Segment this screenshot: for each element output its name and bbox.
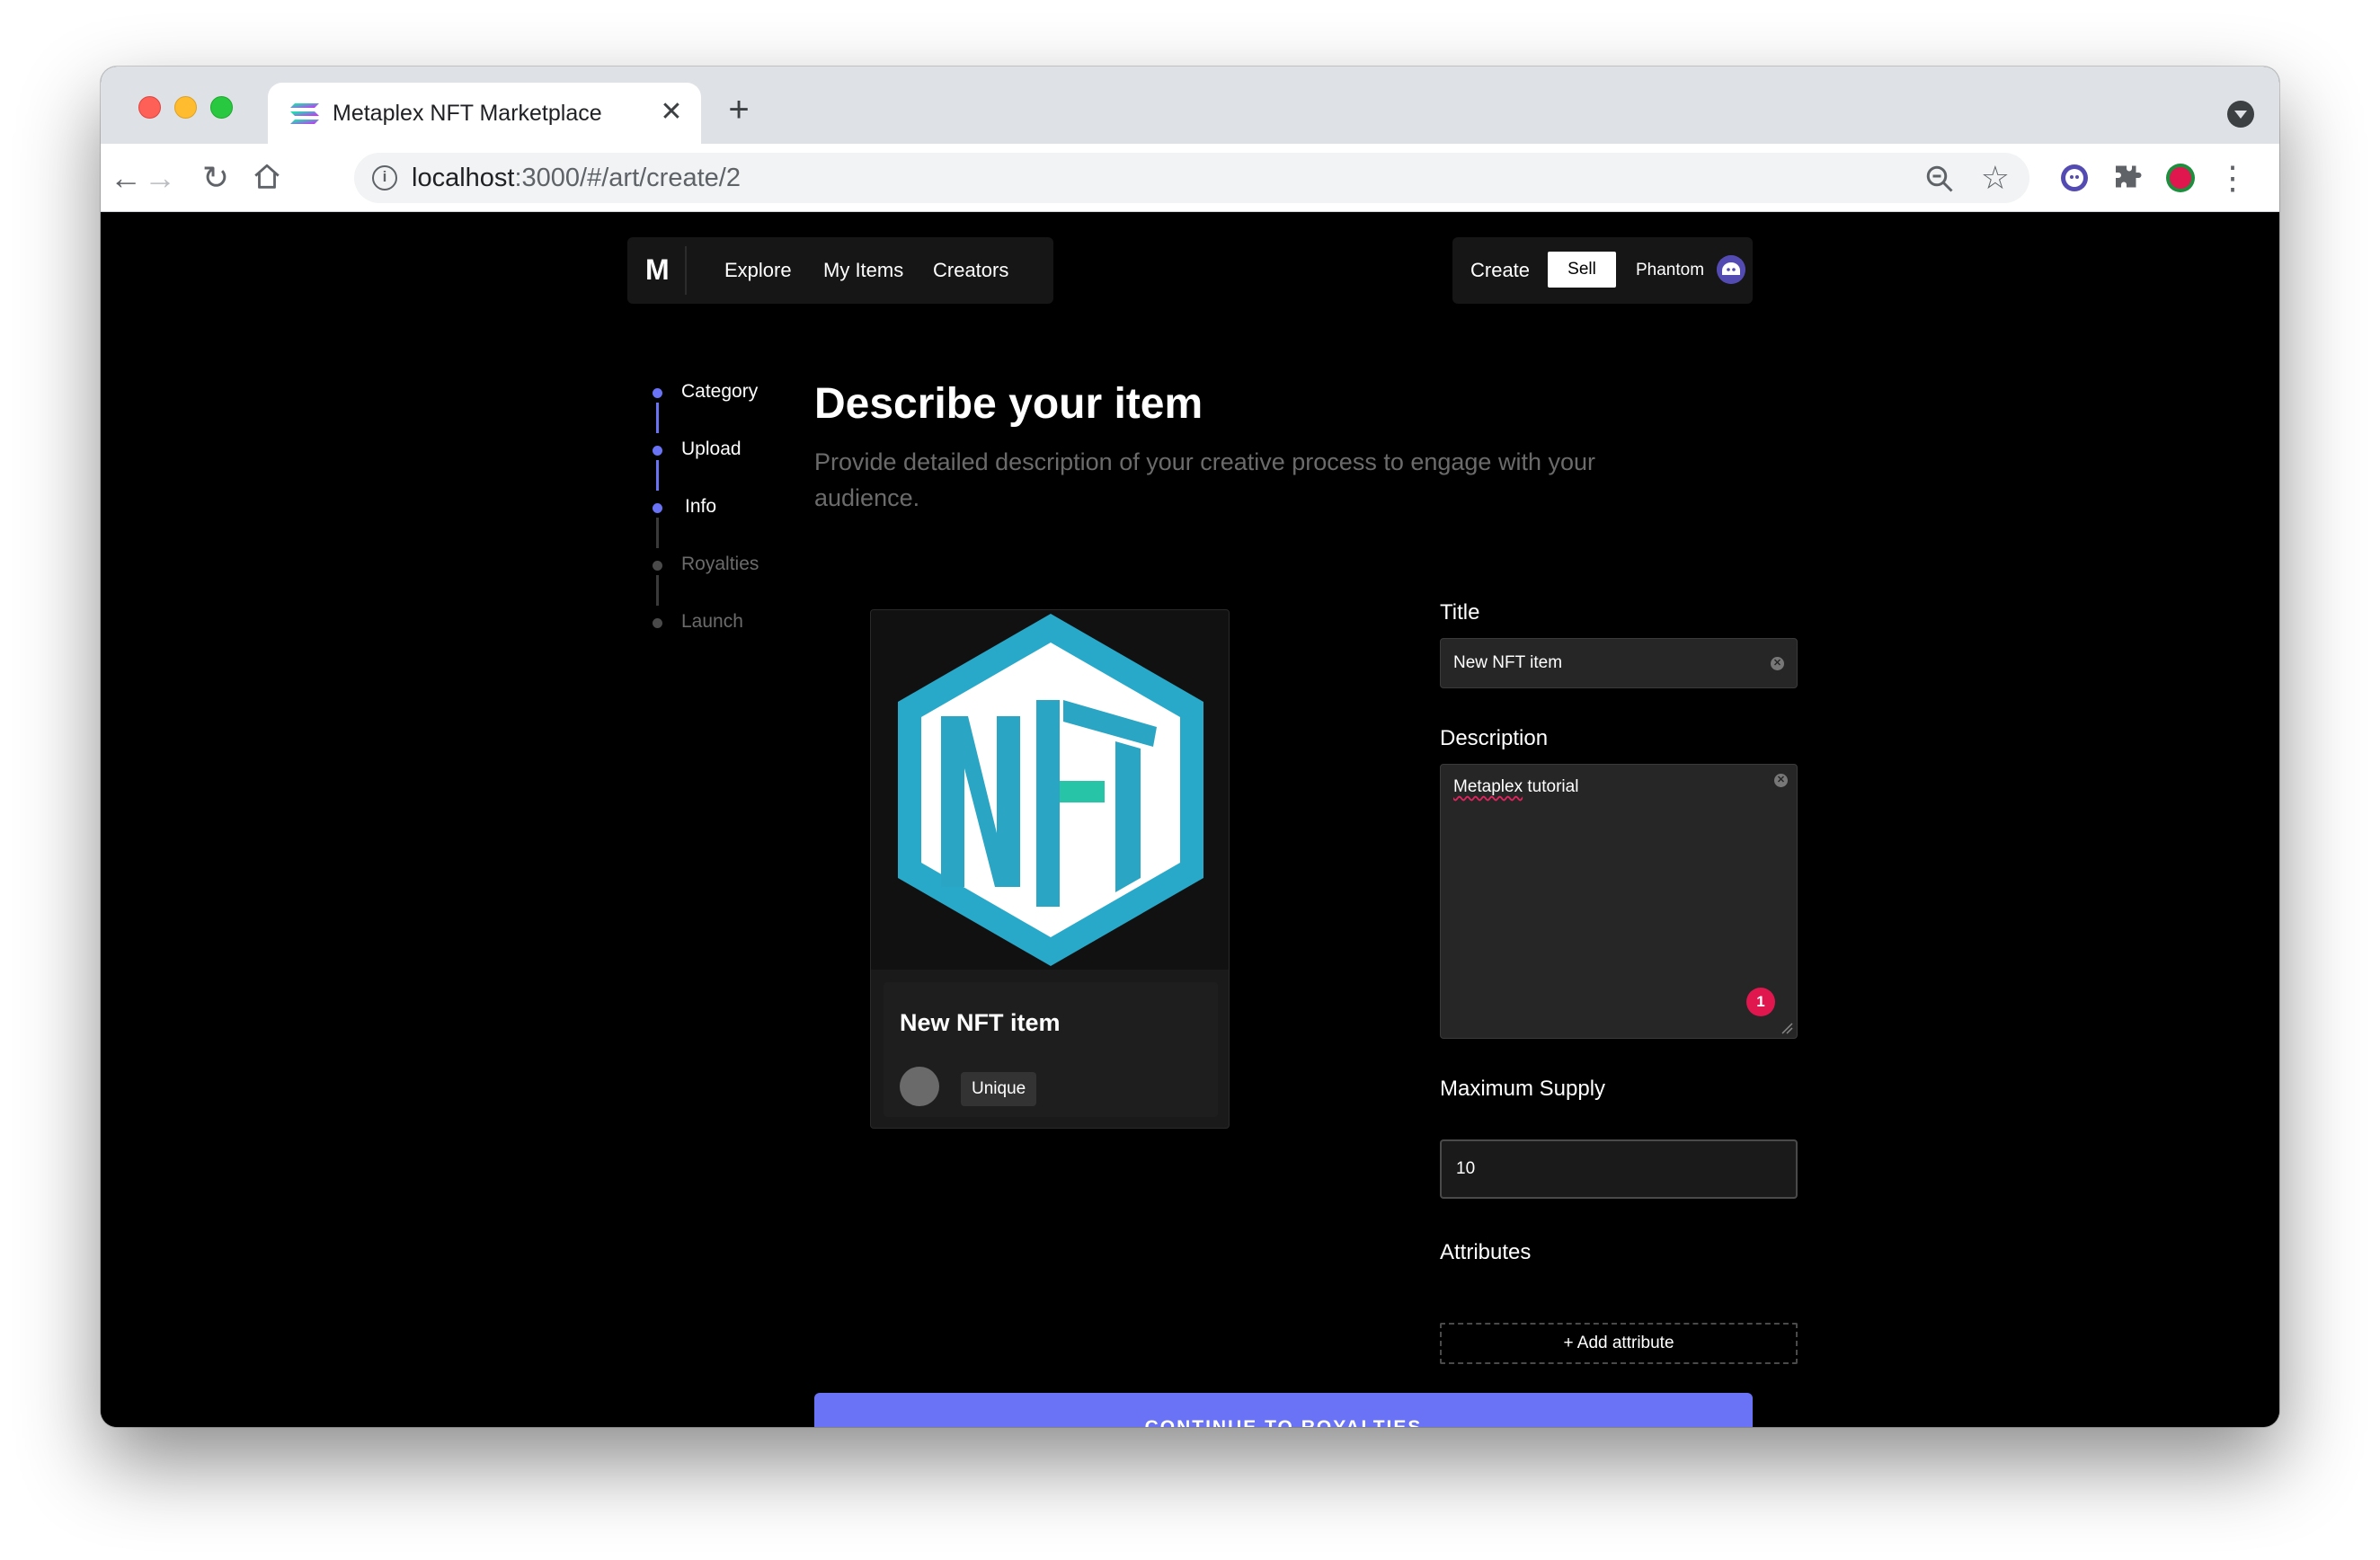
site-actions: Create Sell Phantom — [1452, 237, 1753, 304]
nft-hexagon-icon — [898, 614, 1203, 966]
phantom-extension-icon[interactable] — [2058, 162, 2091, 194]
tab-strip: Metaplex NFT Marketplace ✕ + — [101, 66, 2279, 144]
spellcheck-word: Metaplex — [1453, 777, 1523, 796]
tab-title: Metaplex NFT Marketplace — [333, 101, 602, 126]
url-text: localhost:3000/#/art/create/2 — [412, 164, 741, 193]
phantom-icon[interactable] — [1717, 255, 1745, 284]
minimize-window-button[interactable] — [174, 96, 197, 119]
step-dot-info — [653, 503, 662, 513]
description-label: Description — [1440, 726, 1549, 750]
puzzle-icon[interactable] — [2110, 162, 2143, 194]
nft-card-title: New NFT item — [900, 1009, 1061, 1036]
step-dot-upload — [653, 446, 662, 456]
browser-window: Metaplex NFT Marketplace ✕ + ← → ↻ i loc… — [101, 66, 2279, 1427]
browser-tab[interactable]: Metaplex NFT Marketplace ✕ — [268, 83, 701, 144]
supply-input-value: 10 — [1456, 1159, 1476, 1178]
sell-button[interactable]: Sell — [1548, 252, 1616, 288]
info-icon[interactable]: i — [372, 165, 397, 191]
page-subtitle: Provide detailed description of your cre… — [814, 448, 1595, 511]
supply-label: Maximum Supply — [1440, 1077, 1606, 1101]
page-content: M Explore My Items Creators Create Sell … — [101, 212, 2279, 1427]
maximize-window-button[interactable] — [210, 96, 233, 119]
supply-input[interactable]: 10 — [1440, 1139, 1798, 1199]
nft-card-body: New NFT item Unique — [884, 982, 1218, 1117]
zoom-icon[interactable] — [1923, 163, 1956, 195]
step-royalties: Royalties — [681, 554, 759, 574]
wallet-label[interactable]: Phantom — [1636, 261, 1704, 280]
resize-handle-icon[interactable] — [1781, 1022, 1793, 1034]
close-tab-icon[interactable]: ✕ — [658, 99, 685, 126]
clear-icon[interactable]: ✕ — [1774, 774, 1788, 787]
metaplex-logo[interactable]: M — [645, 253, 670, 287]
forward-button[interactable]: → — [142, 160, 178, 196]
continue-button[interactable]: CONTINUE TO ROYALTIES — [814, 1393, 1753, 1427]
step-connector — [656, 518, 659, 548]
description-value-rest: tutorial — [1523, 777, 1579, 796]
tab-search-icon[interactable] — [2227, 101, 2254, 128]
step-upload[interactable]: Upload — [681, 439, 742, 460]
title-label: Title — [1440, 600, 1480, 625]
title-input[interactable]: New NFT item ✕ — [1440, 638, 1798, 688]
step-connector — [656, 403, 659, 433]
back-button[interactable]: ← — [108, 160, 144, 196]
solana-icon — [290, 103, 319, 124]
address-bar[interactable]: i localhost:3000/#/art/create/2 ☆ — [354, 153, 2029, 203]
reload-button[interactable]: ↻ — [198, 160, 234, 196]
nav-link-explore[interactable]: Explore — [724, 259, 792, 282]
nav-link-creators[interactable]: Creators — [933, 259, 1008, 282]
step-dot-category — [653, 388, 662, 398]
step-category[interactable]: Category — [681, 381, 758, 403]
star-icon[interactable]: ☆ — [1981, 159, 2010, 197]
attributes-label: Attributes — [1440, 1240, 1532, 1264]
title-input-value: New NFT item — [1453, 653, 1563, 672]
step-info[interactable]: Info — [685, 496, 716, 518]
home-icon[interactable] — [252, 162, 282, 192]
close-window-button[interactable] — [138, 96, 161, 119]
kebab-icon[interactable]: ⋮ — [2215, 160, 2251, 196]
nft-preview-card[interactable]: New NFT item Unique — [870, 609, 1230, 1129]
description-textarea[interactable]: Metaplex tutorial ✕ 1 — [1440, 764, 1798, 1039]
browser-toolbar: ← → ↻ i localhost:3000/#/art/create/2 ☆ — [101, 144, 2279, 212]
edition-badge: Unique — [961, 1072, 1037, 1106]
step-dot-launch — [653, 618, 662, 628]
site-nav: M Explore My Items Creators — [627, 237, 1053, 304]
step-connector — [656, 460, 659, 491]
profile-icon[interactable] — [2164, 162, 2197, 194]
description-value: Metaplex tutorial — [1453, 777, 1578, 797]
url-path: :3000/#/art/create/2 — [514, 164, 741, 192]
page-title: Describe your item — [814, 380, 1203, 428]
nav-link-my-items[interactable]: My Items — [823, 259, 903, 282]
clear-icon[interactable]: ✕ — [1771, 657, 1784, 670]
step-connector — [656, 575, 659, 606]
step-dot-royalties — [653, 561, 662, 571]
url-host: localhost — [412, 164, 515, 192]
nft-preview-image — [871, 610, 1229, 970]
step-launch: Launch — [681, 611, 743, 632]
create-link[interactable]: Create — [1470, 259, 1530, 282]
new-tab-button[interactable]: + — [721, 92, 757, 129]
grammar-error-badge[interactable]: 1 — [1746, 988, 1775, 1016]
nav-divider — [685, 246, 687, 295]
add-attribute-button[interactable]: + Add attribute — [1440, 1323, 1798, 1364]
creator-avatar — [900, 1067, 939, 1106]
